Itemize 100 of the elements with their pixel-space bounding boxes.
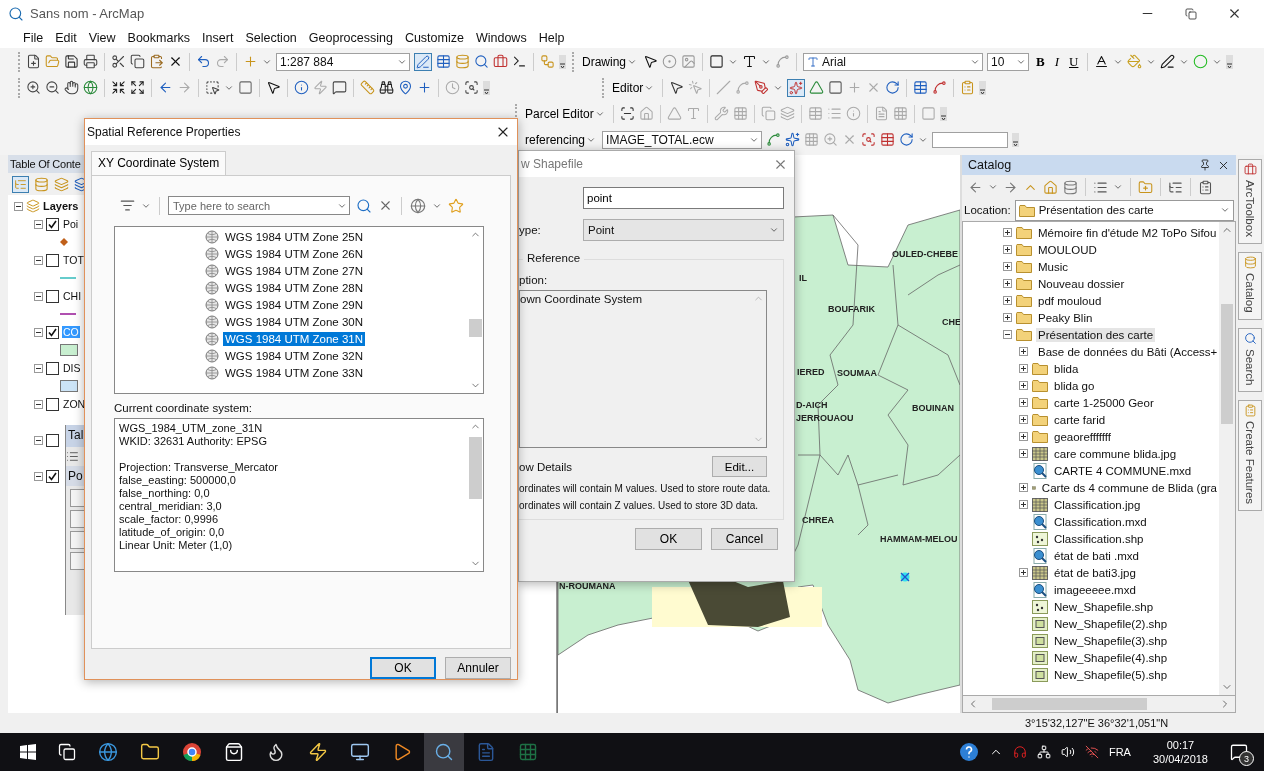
layer-name[interactable]: TOT <box>62 254 85 267</box>
catalog-item[interactable]: état de bati .mxd <box>1052 548 1142 563</box>
map-label: SOUMAA <box>837 368 877 379</box>
catalog-item[interactable]: New_Shapefile.shp <box>1052 599 1156 614</box>
georeferencing-menu-button[interactable]: referencing <box>523 129 599 150</box>
side-tab[interactable]: ArcToolbox <box>1238 159 1262 244</box>
side-tab[interactable]: Catalog <box>1238 252 1262 320</box>
menu-item[interactable]: Insert <box>197 29 239 46</box>
catalog-item[interactable]: Music <box>1036 259 1071 274</box>
coordinate-system-item[interactable]: WGS 1984 UTM Zone 27N <box>223 263 366 278</box>
editor-menu-button[interactable]: Editor <box>610 77 657 98</box>
catalog-item[interactable]: CARTE 4 COMMUNE.mxd <box>1052 463 1194 478</box>
dialog-button[interactable]: Cancel <box>711 528 778 550</box>
text-style-button[interactable]: U <box>1066 53 1082 70</box>
current-system-label: Current coordinate system: <box>114 402 254 414</box>
parcel-editor-menu-button[interactable]: Parcel Editor <box>523 103 607 124</box>
side-tab[interactable]: Search <box>1238 327 1262 393</box>
menu-item[interactable]: Windows <box>470 29 532 46</box>
detail-line: Projection: Transverse_Mercator <box>119 461 279 474</box>
description-box: own Coordinate System <box>519 290 767 448</box>
dialog-button[interactable]: OK <box>635 528 702 550</box>
coordinate-system-item[interactable]: WGS 1984 UTM Zone 26N <box>223 246 366 261</box>
menu-item[interactable]: File <box>18 29 49 46</box>
drawing-menu-button[interactable]: Drawing <box>580 51 639 72</box>
search-field[interactable]: Type here to search <box>168 196 350 215</box>
coordinate-system-item[interactable]: WGS 1984 UTM Zone 33N <box>223 365 366 380</box>
dialog-tab[interactable]: XY Coordinate System <box>91 151 227 176</box>
detail-line: latitude_of_origin: 0,0 <box>119 526 226 539</box>
catalog-item[interactable]: Carte ds 4 commune de Blida (gra <box>1039 480 1219 495</box>
coordinate-system-item[interactable]: WGS 1984 UTM Zone 25N <box>223 229 366 244</box>
detail-line: WGS_1984_UTM_zone_31N <box>119 422 264 435</box>
detail-line: scale_factor: 0,9996 <box>119 513 220 526</box>
dialog-button[interactable]: OK <box>370 657 436 679</box>
catalog-item[interactable]: état de bati3.jpg <box>1052 565 1138 580</box>
layer-name[interactable]: CHI <box>62 290 83 303</box>
notification-count: 3 <box>1239 751 1254 766</box>
catalog-item[interactable]: geaorefffffff <box>1052 429 1113 444</box>
coordinate-system-item[interactable]: WGS 1984 UTM Zone 29N <box>223 297 366 312</box>
catalog-item[interactable]: carte farid <box>1052 412 1108 427</box>
raster-layer-combo[interactable]: IMAGE_TOTAL.ecw <box>602 130 763 149</box>
scale-combo[interactable]: 1:287 884 <box>276 52 410 71</box>
description-label: ption: <box>519 274 549 286</box>
location-combo[interactable]: Présentation des carte <box>1014 199 1234 221</box>
catalog-item[interactable]: Mémoire fin d'étude M2 ToPo Sifou <box>1036 225 1219 240</box>
map-label: BOUINAN <box>912 403 954 414</box>
coordinates-readout: 3°15'32,127"E 36°32'1,051"N <box>1025 717 1169 730</box>
catalog-item[interactable]: blida go <box>1052 378 1097 393</box>
catalog-item[interactable]: imageeeee.mxd <box>1052 582 1138 597</box>
map-label: N-ROUMANA <box>559 581 616 592</box>
map-label: CHE <box>942 317 960 328</box>
text-style-button[interactable]: I <box>1051 53 1063 70</box>
menu-item[interactable]: Geoprocessing <box>303 29 398 46</box>
catalog-item[interactable]: care commune blida.jpg <box>1052 446 1179 461</box>
catalog-item[interactable]: Présentation des carte <box>1036 327 1156 342</box>
catalog-item[interactable]: MOULOUD <box>1036 242 1099 257</box>
catalog-title: Catalog <box>968 158 1013 173</box>
coordinate-system-item[interactable]: WGS 1984 UTM Zone 31N <box>223 331 366 346</box>
menu-item[interactable]: Bookmarks <box>122 29 196 46</box>
name-input-field[interactable]: point <box>583 187 784 209</box>
menu-item[interactable]: View <box>83 29 121 46</box>
map-label: HAMMAM-MELOU <box>880 534 958 545</box>
dialog-title: Spatial Reference Properties <box>87 125 242 139</box>
catalog-item[interactable]: New_Shapefile(4).shp <box>1052 650 1170 665</box>
catalog-item[interactable]: Peaky Blin <box>1036 310 1095 325</box>
edit-button[interactable]: Edit... <box>712 456 767 477</box>
side-tab[interactable]: Create Features <box>1238 400 1262 512</box>
catalog-item[interactable]: Classification.shp <box>1052 531 1146 546</box>
catalog-item[interactable]: New_Shapefile(5).shp <box>1052 667 1170 682</box>
layer-name[interactable]: ZON <box>62 398 87 411</box>
catalog-item[interactable]: Nouveau dossier <box>1036 276 1127 291</box>
font-combo[interactable]: Arial <box>803 52 983 71</box>
catalog-item[interactable]: carte 1-25000 Geor <box>1052 395 1156 410</box>
map-label: CHREA <box>802 515 834 526</box>
coordinate-system-item[interactable]: WGS 1984 UTM Zone 32N <box>223 348 366 363</box>
input-language[interactable]: FRA <box>1108 746 1131 758</box>
layer-name[interactable]: DIS <box>62 362 82 375</box>
detail-line: central_meridian: 3,0 <box>119 500 223 513</box>
catalog-item[interactable]: pdf mouloud <box>1036 293 1104 308</box>
menu-item[interactable]: Customize <box>399 29 469 46</box>
catalog-item[interactable]: blida <box>1052 361 1081 376</box>
coordinate-system-item[interactable]: WGS 1984 UTM Zone 30N <box>223 314 366 329</box>
menu-item[interactable]: Help <box>533 29 570 46</box>
catalog-item[interactable]: Classification.jpg <box>1052 497 1143 512</box>
detail-line: false_northing: 0,0 <box>119 487 211 500</box>
menu-item[interactable]: Edit <box>50 29 82 46</box>
window-title: Sans nom - ArcMap <box>30 6 145 22</box>
coordinate-system-item[interactable]: WGS 1984 UTM Zone 28N <box>223 280 366 295</box>
dialog-button[interactable]: Annuler <box>445 657 511 679</box>
catalog-item[interactable]: New_Shapefile(2).shp <box>1052 616 1170 631</box>
menu-item[interactable]: Selection <box>240 29 302 46</box>
taskbar-clock[interactable]: 00:17 30/04/2018 <box>1152 738 1208 766</box>
map-label: BOUFARIK <box>828 304 875 315</box>
catalog-item[interactable]: Classification.mxd <box>1052 514 1149 529</box>
catalog-item[interactable]: Base de données du Bâti (Access+ <box>1036 344 1219 359</box>
font-size-combo[interactable]: 10 <box>987 52 1029 71</box>
feature-type-select[interactable]: Point <box>583 219 784 241</box>
layers-root[interactable]: Layers <box>43 200 79 213</box>
catalog-item[interactable]: New_Shapefile(3).shp <box>1052 633 1170 648</box>
layer-name[interactable]: Poi <box>62 218 80 231</box>
text-style-button[interactable]: B <box>1033 53 1048 70</box>
